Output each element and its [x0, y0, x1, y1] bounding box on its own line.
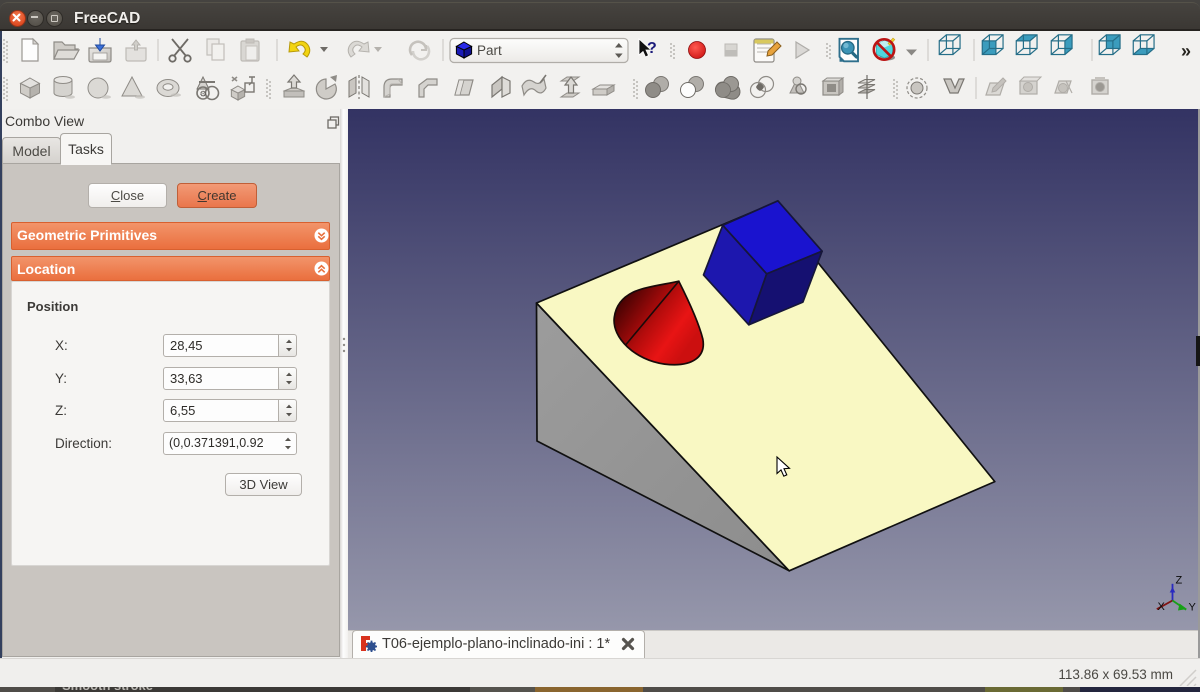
svg-text:?: ?	[647, 40, 657, 57]
svg-text:⚙: ⚙	[200, 90, 207, 99]
svg-text:»: »	[1181, 41, 1191, 61]
svg-text:Part: Part	[477, 43, 502, 58]
svg-text:X: X	[1158, 601, 1166, 613]
svg-text:Z: Z	[1176, 575, 1183, 587]
svg-text:Y: Y	[1189, 602, 1197, 614]
